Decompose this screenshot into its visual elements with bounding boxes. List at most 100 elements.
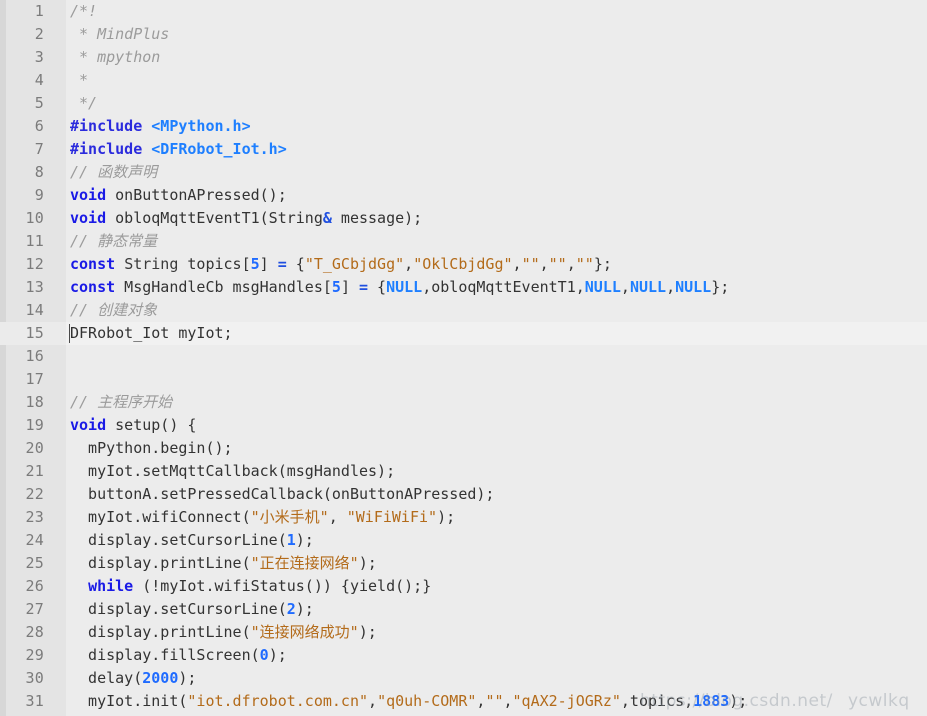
- code-line-content[interactable]: delay(2000);: [66, 667, 927, 690]
- line-number[interactable]: 21: [0, 460, 66, 483]
- code-line-content[interactable]: void setup() {: [66, 414, 927, 437]
- line-number[interactable]: 6: [0, 115, 66, 138]
- code-line-content[interactable]: [66, 368, 927, 391]
- code-line[interactable]: 25 display.printLine("正在连接网络");: [0, 552, 927, 575]
- code-line[interactable]: 7 #include <DFRobot_Iot.h>: [0, 138, 927, 161]
- line-number[interactable]: 3: [0, 46, 66, 69]
- line-number[interactable]: 28: [0, 621, 66, 644]
- code-line[interactable]: 29 display.fillScreen(0);: [0, 644, 927, 667]
- code-line-content[interactable]: // 创建对象: [66, 299, 927, 322]
- code-line[interactable]: 31 myIot.init("iot.dfrobot.com.cn","q0uh…: [0, 690, 927, 713]
- line-number[interactable]: 9: [0, 184, 66, 207]
- code-line-content[interactable]: display.printLine("正在连接网络");: [66, 552, 927, 575]
- line-number[interactable]: 17: [0, 368, 66, 391]
- code-line-content[interactable]: * mpython: [66, 46, 927, 69]
- code-line[interactable]: 22 buttonA.setPressedCallback(onButtonAP…: [0, 483, 927, 506]
- code-line[interactable]: 20 mPython.begin();: [0, 437, 927, 460]
- line-number[interactable]: 24: [0, 529, 66, 552]
- code-line-content[interactable]: *: [66, 69, 927, 92]
- line-number[interactable]: 27: [0, 598, 66, 621]
- code-line-content[interactable]: void onButtonAPressed();: [66, 184, 927, 207]
- code-lines[interactable]: 1/*! 2 * MindPlus 3 * mpython 4 * 5 */6 #incl…: [0, 0, 927, 713]
- code-line[interactable]: 9 void onButtonAPressed();: [0, 184, 927, 207]
- code-line[interactable]: 16: [0, 345, 927, 368]
- code-line-content[interactable]: display.fillScreen(0);: [66, 644, 927, 667]
- code-line-content[interactable]: buttonA.setPressedCallback(onButtonAPres…: [66, 483, 927, 506]
- line-number[interactable]: 26: [0, 575, 66, 598]
- code-line[interactable]: 27 display.setCursorLine(2);: [0, 598, 927, 621]
- code-editor[interactable]: 1/*! 2 * MindPlus 3 * mpython 4 * 5 */6 #incl…: [0, 0, 927, 716]
- line-number[interactable]: 4: [0, 69, 66, 92]
- line-number[interactable]: 15: [0, 322, 66, 345]
- text-cursor: [69, 324, 70, 343]
- code-line[interactable]: 17: [0, 368, 927, 391]
- code-line[interactable]: 23 myIot.wifiConnect("小米手机", "WiFiWiFi")…: [0, 506, 927, 529]
- code-line[interactable]: 15 DFRobot_Iot myIot;: [0, 322, 927, 345]
- code-line[interactable]: 19 void setup() {: [0, 414, 927, 437]
- code-line[interactable]: 8// 函数声明: [0, 161, 927, 184]
- code-line[interactable]: 24 display.setCursorLine(1);: [0, 529, 927, 552]
- code-line[interactable]: 5 */: [0, 92, 927, 115]
- line-number[interactable]: 19: [0, 414, 66, 437]
- code-line[interactable]: 4 *: [0, 69, 927, 92]
- line-number[interactable]: 8: [0, 161, 66, 184]
- line-number[interactable]: 14: [0, 299, 66, 322]
- line-number[interactable]: 16: [0, 345, 66, 368]
- code-line-content[interactable]: const MsgHandleCb msgHandles[5] = {NULL,…: [66, 276, 927, 299]
- code-line[interactable]: 13 const MsgHandleCb msgHandles[5] = {NUL…: [0, 276, 927, 299]
- code-line[interactable]: 1/*!: [0, 0, 927, 23]
- code-line[interactable]: 10 void obloqMqttEventT1(String& message)…: [0, 207, 927, 230]
- line-number[interactable]: 11: [0, 230, 66, 253]
- line-number[interactable]: 1: [0, 0, 66, 23]
- code-line-content[interactable]: */: [66, 92, 927, 115]
- line-number[interactable]: 7: [0, 138, 66, 161]
- code-line-content[interactable]: // 主程序开始: [66, 391, 927, 414]
- line-number[interactable]: 31: [0, 690, 66, 713]
- code-line-content[interactable]: DFRobot_Iot myIot;: [66, 322, 927, 345]
- line-number[interactable]: 22: [0, 483, 66, 506]
- code-token-keyword: const: [70, 278, 116, 296]
- line-number[interactable]: 29: [0, 644, 66, 667]
- line-number[interactable]: 10: [0, 207, 66, 230]
- code-line-content[interactable]: while (!myIot.wifiStatus()) {yield();}: [66, 575, 927, 598]
- code-line-content[interactable]: myIot.init("iot.dfrobot.com.cn","q0uh-CO…: [66, 690, 927, 713]
- code-line-content[interactable]: // 静态常量: [66, 230, 927, 253]
- code-token-op: =: [277, 255, 287, 273]
- code-line[interactable]: 14// 创建对象: [0, 299, 927, 322]
- code-line[interactable]: 2 * MindPlus: [0, 23, 927, 46]
- code-line-content[interactable]: void obloqMqttEventT1(String& message);: [66, 207, 927, 230]
- line-number[interactable]: 13: [0, 276, 66, 299]
- line-number[interactable]: 25: [0, 552, 66, 575]
- code-line-content[interactable]: const String topics[5] = {"T_GCbjdGg","O…: [66, 253, 927, 276]
- code-line-content[interactable]: [66, 345, 927, 368]
- line-number[interactable]: 12: [0, 253, 66, 276]
- code-line-content[interactable]: #include <MPython.h>: [66, 115, 927, 138]
- code-line-content[interactable]: /*!: [66, 0, 927, 23]
- code-line[interactable]: 30 delay(2000);: [0, 667, 927, 690]
- code-line-content[interactable]: // 函数声明: [66, 161, 927, 184]
- line-number[interactable]: 20: [0, 437, 66, 460]
- line-number[interactable]: 18: [0, 391, 66, 414]
- code-line-content[interactable]: myIot.wifiConnect("小米手机", "WiFiWiFi");: [66, 506, 927, 529]
- code-line[interactable]: 3 * mpython: [0, 46, 927, 69]
- code-line[interactable]: 18// 主程序开始: [0, 391, 927, 414]
- line-number[interactable]: 23: [0, 506, 66, 529]
- code-line[interactable]: 11// 静态常量: [0, 230, 927, 253]
- code-line[interactable]: 28 display.printLine("连接网络成功");: [0, 621, 927, 644]
- code-line[interactable]: 6 #include <MPython.h>: [0, 115, 927, 138]
- line-number[interactable]: 30: [0, 667, 66, 690]
- code-line-content[interactable]: mPython.begin();: [66, 437, 927, 460]
- code-line-content[interactable]: display.setCursorLine(2);: [66, 598, 927, 621]
- code-line-content[interactable]: * MindPlus: [66, 23, 927, 46]
- line-number[interactable]: 5: [0, 92, 66, 115]
- code-line-content[interactable]: #include <DFRobot_Iot.h>: [66, 138, 927, 161]
- code-line-content[interactable]: myIot.setMqttCallback(msgHandles);: [66, 460, 927, 483]
- code-line-content[interactable]: display.setCursorLine(1);: [66, 529, 927, 552]
- code-line[interactable]: 21 myIot.setMqttCallback(msgHandles);: [0, 460, 927, 483]
- code-token-plain: );: [178, 669, 197, 687]
- code-line-content[interactable]: display.printLine("连接网络成功");: [66, 621, 927, 644]
- code-line[interactable]: 26 while (!myIot.wifiStatus()) {yield();…: [0, 575, 927, 598]
- code-line[interactable]: 12 const String topics[5] = {"T_GCbjdGg",…: [0, 253, 927, 276]
- line-number[interactable]: 2: [0, 23, 66, 46]
